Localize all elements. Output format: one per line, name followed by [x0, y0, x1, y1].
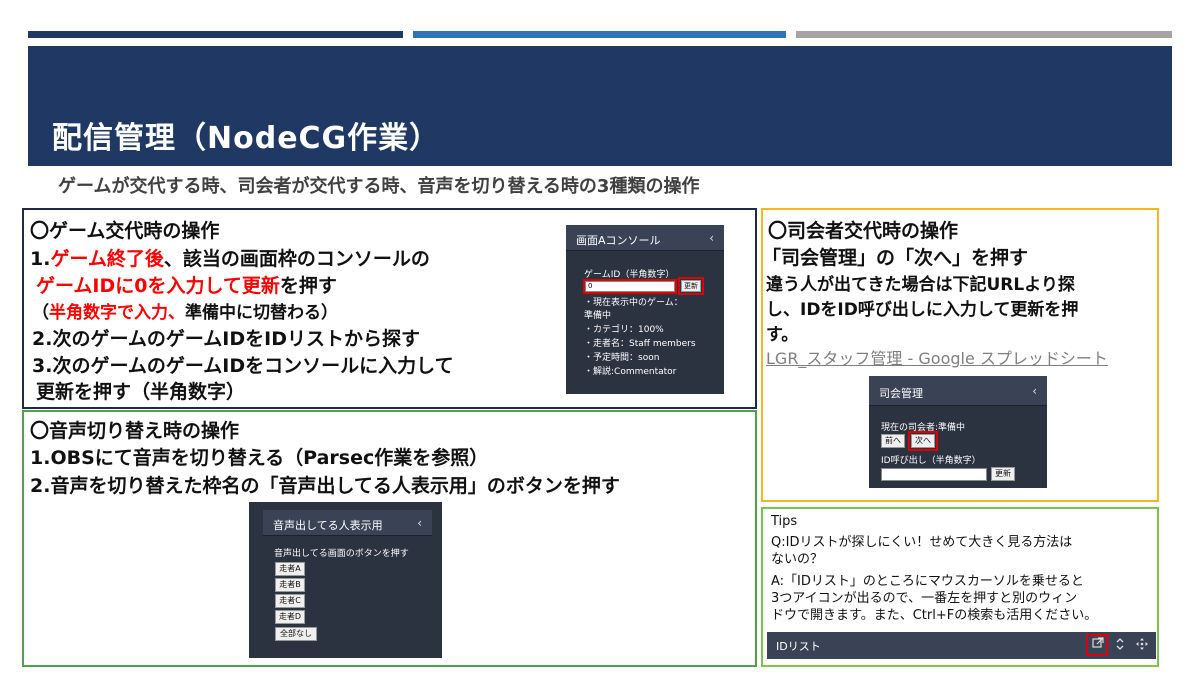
highlight-frame — [583, 279, 677, 294]
id-call-input[interactable] — [881, 468, 987, 481]
top-accent-bar-navy — [28, 31, 403, 38]
commentary-text: ・解説:Commentator — [584, 367, 677, 377]
mc-note-line3: す。 — [766, 325, 799, 345]
emphasis-text: ゲームIDに0を入力して更新 — [36, 275, 280, 297]
game-step1-line2: ゲームIDに0を入力して更新を押す — [36, 271, 337, 298]
mc-note-line2: し、IDをID呼び出しに入力して更新を押 — [766, 300, 1079, 320]
audio-step2: 2.音声を切り替えた枠名の「音声出してる人表示用」のボタンを押す — [30, 475, 620, 497]
resize-vertical-icon[interactable] — [1115, 637, 1125, 654]
game-step2: 2.次のゲームのゲームIDをIDリストから探す — [32, 328, 420, 350]
console-panel-screenshot: 画面Aコンソール ‹ ゲームID（半角数字） 0 更新 ・現在表示中のゲーム： … — [566, 225, 724, 394]
category-text: ・カテゴリ：100% — [584, 325, 664, 335]
note-text: 準備中に切替わる） — [185, 303, 338, 323]
step-text: 、該当の画面枠のコンソールの — [163, 248, 430, 270]
top-accent-bar-blue — [413, 31, 786, 38]
runner-d-button[interactable]: 走者D — [275, 610, 305, 624]
mc-panel-title: 司会管理 — [879, 387, 923, 400]
prev-button[interactable]: 前へ — [881, 434, 905, 448]
move-icon[interactable] — [1135, 637, 1149, 654]
tips-question-line2: ないの？ — [771, 552, 824, 567]
id-call-label: ID呼び出し（半角数字） — [881, 456, 981, 466]
game-step1-note: （半角数字で入力、準備中に切替わる） — [32, 298, 338, 323]
audio-panel-header: 音声出してる人表示用 ‹ — [263, 510, 432, 536]
none-button[interactable]: 全部なし — [275, 627, 317, 641]
emphasis-text: 半角数字で入力、 — [49, 303, 185, 323]
chevron-left-icon: ‹ — [417, 516, 422, 530]
tips-answer-line3: ドウで開きます。また、Ctrl+Fの検索も活用ください。 — [771, 608, 1098, 623]
paren-text: （ — [32, 303, 49, 323]
step-text: を押す — [279, 275, 337, 297]
game-change-heading: 〇ゲーム交代時の操作 — [30, 220, 220, 242]
runner-text: ・走者名：Staff members — [584, 339, 696, 349]
game-step3-line1: 3.次のゲームのゲームIDをコンソールに入力して — [32, 355, 454, 377]
mc-step-main: 「司会管理」の「次へ」を押す — [762, 247, 1029, 269]
staff-sheet-link[interactable]: LGR_スタッフ管理 - Google スプレッドシート — [766, 345, 1108, 369]
game-step1-line1: 1.ゲーム終了後、該当の画面枠のコンソールの — [30, 244, 430, 271]
current-game-label: ・現在表示中のゲーム： — [584, 298, 683, 308]
tips-title: Tips — [771, 514, 798, 529]
slide-title: 配信管理（NodeCG作業） — [52, 121, 441, 156]
top-accent-bar-gray — [796, 31, 1172, 38]
current-game-value: 準備中 — [584, 311, 612, 321]
runner-c-button[interactable]: 走者C — [275, 594, 305, 608]
console-panel-title: 画面Aコンソール — [576, 234, 661, 247]
audio-step1: 1.OBSにて音声を切り替える（Parsec作業を参照） — [30, 447, 489, 469]
estimate-text: ・予定時間：soon — [584, 353, 660, 363]
runner-b-button[interactable]: 走者B — [275, 578, 305, 592]
audio-switch-heading: 〇音声切り替え時の操作 — [30, 420, 240, 442]
idlist-label: IDリスト — [776, 640, 821, 653]
runner-a-button[interactable]: 走者A — [275, 562, 305, 576]
audio-panel-screenshot: 音声出してる人表示用 ‹ 音声出してる画面のボタンを押す 走者A 走者B 走者C… — [249, 502, 442, 658]
console-panel-header: 画面Aコンソール ‹ — [566, 225, 724, 251]
idlist-header-bar: IDリスト — [767, 632, 1156, 659]
audio-instruction: 音声出してる画面のボタンを押す — [274, 549, 409, 559]
slide-subtitle: ゲームが交代する時、司会者が交代する時、音声を切り替える時の3種類の操作 — [58, 176, 700, 197]
chevron-left-icon: ‹ — [709, 231, 714, 245]
game-step3-line2: 更新を押す（半角数字） — [36, 381, 246, 403]
highlight-frame — [1086, 634, 1108, 656]
mc-note-line1: 違う人が出てきた場合は下記URLより探 — [766, 275, 1075, 295]
mc-change-heading: 〇司会者交代時の操作 — [768, 220, 959, 242]
mc-panel-header: 司会管理 ‹ — [869, 376, 1047, 406]
emphasis-text: ゲーム終了後 — [50, 248, 164, 270]
highlight-frame — [678, 277, 704, 295]
highlight-frame — [908, 431, 938, 451]
update-button[interactable]: 更新 — [991, 467, 1015, 481]
audio-panel-title: 音声出してる人表示用 — [273, 519, 383, 532]
mc-panel-screenshot: 司会管理 ‹ 現在の司会者:準備中 前へ 次へ ID呼び出し（半角数字） 更新 — [869, 376, 1047, 488]
chevron-left-icon: ‹ — [1032, 384, 1037, 398]
title-banner: 配信管理（NodeCG作業） — [28, 46, 1172, 166]
step-number: 1. — [30, 248, 51, 270]
